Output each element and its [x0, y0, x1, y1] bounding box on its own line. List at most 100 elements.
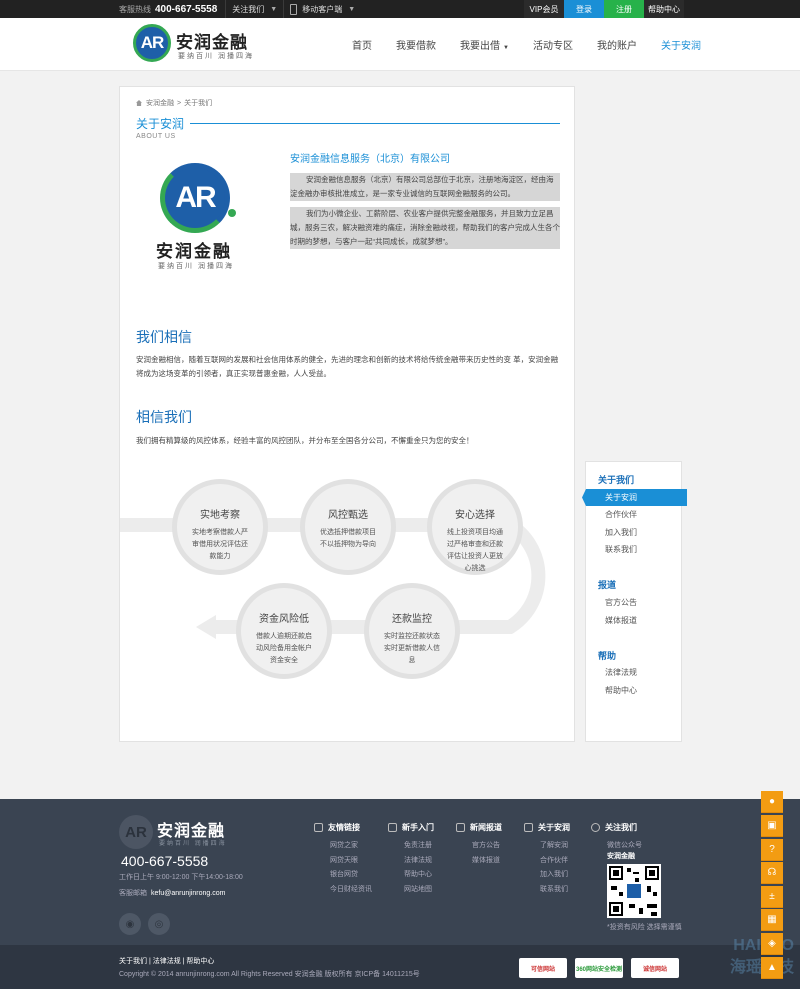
qr-code-pattern	[609, 866, 659, 916]
process-step: 安心选择 线上投资项目均通过严格审查和还款评估让投资人更放心挑选	[427, 479, 523, 575]
bottom-links[interactable]: 关于我们 | 法律法规 | 帮助中心	[119, 956, 214, 966]
side-group-help: 帮助	[598, 651, 617, 661]
copyright: Copyright © 2014 anrunjinrong.com All Ri…	[119, 971, 420, 978]
breadcrumb-home[interactable]: 安润金融	[146, 98, 174, 108]
footer-link[interactable]: 官方公告	[456, 839, 502, 854]
step-desc: 实地考察借款人严审借用状况评估还款能力	[192, 529, 248, 560]
breadcrumb-current: 关于我们	[184, 100, 213, 107]
footer-link[interactable]: 网贷之家	[314, 839, 372, 854]
risk-control-process: 实地考察 实地考察借款人严审借用状况评估还款能力 风控甄选 优选抵押借款项目不以…	[120, 465, 576, 725]
header: AR 安润金融 要纳百川 润播四海 首页 我要借款 我要出借 ▼ 活动专区 我的账…	[0, 18, 800, 71]
wechat-icon[interactable]: ◉	[119, 913, 141, 935]
step-title: 安心选择	[455, 510, 495, 521]
footer-link[interactable]: 联系我们	[524, 883, 570, 898]
user-icon[interactable]: ●	[761, 791, 783, 813]
calculator-icon[interactable]: ±	[761, 886, 783, 908]
security-badge[interactable]: 360网站安全检测	[575, 958, 623, 978]
footer-link[interactable]: 帮助中心	[388, 868, 434, 883]
login-button[interactable]: 登录	[564, 0, 604, 18]
follow-us-label: 关注我们	[232, 4, 265, 14]
side-item-about-anrun[interactable]: 关于安润	[582, 489, 687, 506]
location-icon[interactable]: ◈	[761, 933, 783, 955]
breadcrumb-separator: >	[177, 99, 182, 107]
side-group-about: 关于我们	[598, 475, 635, 485]
step-title: 风控甄选	[328, 510, 368, 521]
footer-link[interactable]: 合作伙伴	[524, 854, 570, 869]
intro-paragraph: 我们为小微企业、工薪阶层、农业客户提供完整金融服务，并且致力立足昌城，服务三农，…	[290, 207, 560, 249]
headset-icon[interactable]: ☊	[761, 862, 783, 884]
footer-email-address[interactable]: kefu@anrunjinrong.com	[151, 890, 225, 897]
mobile-client-dropdown[interactable]: 移动客户端 ▼	[283, 0, 361, 18]
footer-link[interactable]: 了解安润	[524, 839, 570, 854]
footer-logo-mark: AR	[119, 815, 153, 849]
chevron-down-icon: ▼	[348, 5, 356, 13]
footer-link[interactable]: 免责注册	[388, 839, 434, 854]
footer-col-about: 关于安润 了解安润 合作伙伴 加入我们 联系我们	[524, 822, 570, 897]
nav-invest[interactable]: 我要出借 ▼	[448, 37, 521, 52]
side-group-reports: 报道	[598, 580, 617, 590]
footer-hours: 工作日上午 9:00-12:00 下午14:00-18:00	[119, 874, 243, 881]
wechat-label: 微信公众号	[607, 842, 642, 849]
footer-logo-slogan: 要纳百川 润播四海	[159, 841, 227, 847]
nav-borrow[interactable]: 我要借款	[384, 37, 448, 52]
footer-link[interactable]: 银台网贷	[314, 868, 372, 883]
title-divider	[190, 123, 560, 124]
intro-paragraph: 安润金融信息服务（北京）有限公司总部位于北京，注册地海淀区，经由海淀金融办审核批…	[290, 173, 560, 201]
side-item-announcements[interactable]: 官方公告	[605, 597, 637, 608]
qr-code-icon[interactable]: ▦	[761, 909, 783, 931]
back-to-top-icon[interactable]: ▲	[761, 957, 783, 979]
vip-link[interactable]: VIP会员	[524, 0, 564, 18]
footer-col-friend-links: 友情链接 网贷之家 网贷天眼 银台网贷 今日财经资讯	[314, 822, 372, 897]
footer-col-follow: 关注我们	[591, 822, 637, 839]
step-desc: 线上投资项目均通过严格审查和还款评估让投资人更放心挑选	[447, 529, 503, 572]
footer-col-title: 新闻报道	[470, 823, 502, 832]
phone-icon	[290, 3, 298, 15]
hotline-number: 400-667-5558	[155, 3, 218, 15]
step-desc: 借款人逾期还款启动风险备用金帐户资金安全	[256, 633, 312, 664]
nav-activity[interactable]: 活动专区	[521, 37, 585, 52]
follow-us-dropdown[interactable]: 关注我们 ▼	[225, 0, 283, 18]
heart-icon	[591, 823, 600, 832]
trusted-site-badge[interactable]: 可信网站	[519, 958, 567, 978]
side-item-join-us[interactable]: 加入我们	[605, 527, 637, 538]
site-logo[interactable]: AR 安润金融 要纳百川 润播四海	[133, 24, 293, 66]
footer: AR 安润金融 要纳百川 润播四海 400-667-5558 工作日上午 9:0…	[0, 799, 800, 945]
register-button[interactable]: 注册	[604, 0, 644, 18]
side-nav: 关于我们 关于安润 合作伙伴 加入我们 联系我们 报道 官方公告 媒体报道 帮助…	[582, 461, 687, 742]
company-name: 安润金融信息服务（北京）有限公司	[290, 154, 450, 165]
mobile-client-label: 移动客户端	[302, 4, 343, 14]
help-center-link[interactable]: 帮助中心	[644, 0, 684, 18]
footer-link[interactable]: 媒体报道	[456, 854, 502, 869]
side-item-contact[interactable]: 联系我们	[605, 544, 637, 555]
breadcrumb: 安润金融 > 关于我们	[136, 98, 212, 108]
help-icon[interactable]: ?	[761, 839, 783, 861]
process-step: 风控甄选 优选抵押借款项目不以抵押物为导向	[300, 479, 396, 575]
side-item-laws[interactable]: 法律法规	[605, 667, 637, 678]
nav-about[interactable]: 关于安润	[649, 37, 713, 52]
side-item-partners[interactable]: 合作伙伴	[605, 509, 637, 520]
hotline-label: 客服热线	[119, 4, 151, 14]
footer-link[interactable]: 网贷天眼	[314, 854, 372, 869]
footer-link[interactable]: 加入我们	[524, 868, 570, 883]
process-step: 资金风险低 借款人逾期还款启动风险备用金帐户资金安全	[236, 583, 332, 679]
step-title: 资金风险低	[259, 614, 309, 625]
main-nav: 首页 我要借款 我要出借 ▼ 活动专区 我的账户 关于安润	[340, 18, 713, 71]
step-title: 还款监控	[392, 614, 432, 625]
step-desc: 优选抵押借款项目不以抵押物为导向	[320, 529, 376, 548]
footer-link[interactable]: 网站地图	[388, 883, 434, 898]
nav-home[interactable]: 首页	[340, 37, 384, 52]
footer-email: 客服邮箱 kefu@anrunjinrong.com	[119, 888, 225, 898]
company-logo-name: 安润金融	[156, 242, 232, 262]
weibo-icon[interactable]: ◎	[148, 913, 170, 935]
main-content: 安润金融 > 关于我们 关于安润 ABOUT US AR 安润金融 要纳百川 润…	[119, 86, 575, 742]
step-desc: 实时监控还款状态实时更新借款人信息	[384, 633, 440, 664]
nav-account[interactable]: 我的账户	[585, 37, 649, 52]
company-intro: 安润金融信息服务（北京）有限公司总部位于北京，注册地海淀区，经由海淀金融办审核批…	[290, 173, 560, 255]
footer-link[interactable]: 法律法规	[388, 854, 434, 869]
gift-icon[interactable]: ▣	[761, 815, 783, 837]
logo-dot	[228, 209, 236, 217]
side-item-help-center[interactable]: 帮助中心	[605, 685, 637, 696]
side-item-media[interactable]: 媒体报道	[605, 615, 637, 626]
user-icon	[388, 823, 397, 832]
footer-link[interactable]: 今日财经资讯	[314, 883, 372, 898]
